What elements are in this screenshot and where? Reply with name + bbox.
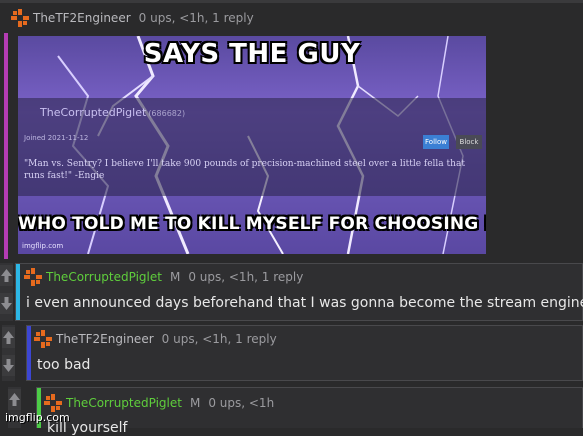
- comment-username[interactable]: TheTF2Engineer: [33, 11, 131, 25]
- avatar-icon[interactable]: [11, 9, 29, 27]
- comment-text: i even announced days beforehand that I …: [26, 295, 583, 311]
- downvote-button[interactable]: [2, 355, 15, 376]
- comment-3: TheTF2Engineer 0 ups, <1h, 1 reply too b…: [26, 325, 583, 381]
- meme-inner-joined: Joined 2021-11-12: [24, 134, 89, 142]
- vote-column: [2, 325, 15, 381]
- comment-header: TheCorruptedPiglet M 0 ups, <1h, 1 reply: [24, 268, 303, 286]
- up-arrow-icon: [8, 389, 21, 410]
- comment-meta: 0 ups, <1h, 1 reply: [138, 11, 254, 25]
- meme-inner-quote: "Man vs. Sentry? I believe I'll take 900…: [24, 159, 465, 181]
- meme-inner-follow-button: Follow: [423, 135, 449, 149]
- vote-column: [0, 263, 13, 321]
- meme-embedded-profile: TheCorruptedPiglet (686682) Joined 2021-1…: [18, 98, 486, 196]
- comment-text: too bad: [37, 357, 91, 373]
- meme-inner-id: (686682): [148, 109, 186, 118]
- avatar-icon[interactable]: [44, 394, 62, 412]
- meme-inner-block-button: Block: [456, 135, 482, 149]
- comment-username[interactable]: TheCorruptedPiglet: [66, 396, 182, 410]
- comment-meta: 0 ups, <1h, 1 reply: [188, 270, 304, 284]
- comment-header: TheTF2Engineer 0 ups, <1h, 1 reply: [34, 330, 277, 348]
- comment-meta: 0 ups, <1h, 1 reply: [161, 332, 277, 346]
- downvote-button[interactable]: [0, 293, 13, 314]
- comment-header: TheTF2Engineer 0 ups, <1h, 1 reply: [11, 9, 254, 27]
- avatar-icon[interactable]: [24, 268, 42, 286]
- comment-1: TheTF2Engineer 0 ups, <1h, 1 reply SAYS …: [4, 3, 583, 259]
- mod-badge: M: [189, 396, 201, 410]
- comment-2: TheCorruptedPiglet M 0 ups, <1h, 1 reply…: [15, 263, 583, 321]
- upvote-button[interactable]: [2, 327, 15, 348]
- up-arrow-icon: [0, 265, 13, 286]
- avatar-icon[interactable]: [34, 330, 52, 348]
- down-arrow-icon: [2, 355, 15, 376]
- upvote-button[interactable]: [8, 389, 21, 410]
- meme-bottom-caption: WHO TOLD ME TO KILL MYSELF FOR CHOOSING …: [18, 214, 486, 234]
- comment-4: TheCorruptedPiglet M 0 ups, <1h kill you…: [36, 387, 583, 436]
- comment-thread-bar: [16, 264, 20, 320]
- comment-username[interactable]: TheTF2Engineer: [56, 332, 154, 346]
- comment-meta: 0 ups, <1h: [208, 396, 275, 410]
- up-arrow-icon: [2, 327, 15, 348]
- mod-badge: M: [169, 270, 181, 284]
- upvote-button[interactable]: [0, 265, 13, 286]
- meme-inner-username: TheCorruptedPiglet (686682): [40, 106, 185, 119]
- comment-thread-bar: [27, 326, 31, 380]
- meme-watermark: imgflip.com: [22, 242, 64, 250]
- meme-image[interactable]: SAYS THE GUY TheCorruptedPiglet (686682) …: [18, 36, 486, 254]
- meme-top-caption: SAYS THE GUY: [143, 39, 361, 69]
- site-watermark: imgflip.com: [5, 411, 70, 424]
- comment-username[interactable]: TheCorruptedPiglet: [46, 270, 162, 284]
- meme-inner-username-text: TheCorruptedPiglet: [40, 106, 147, 119]
- down-arrow-icon: [0, 293, 13, 314]
- comment-header: TheCorruptedPiglet M 0 ups, <1h: [44, 394, 274, 412]
- comment-thread-bar: [4, 33, 8, 259]
